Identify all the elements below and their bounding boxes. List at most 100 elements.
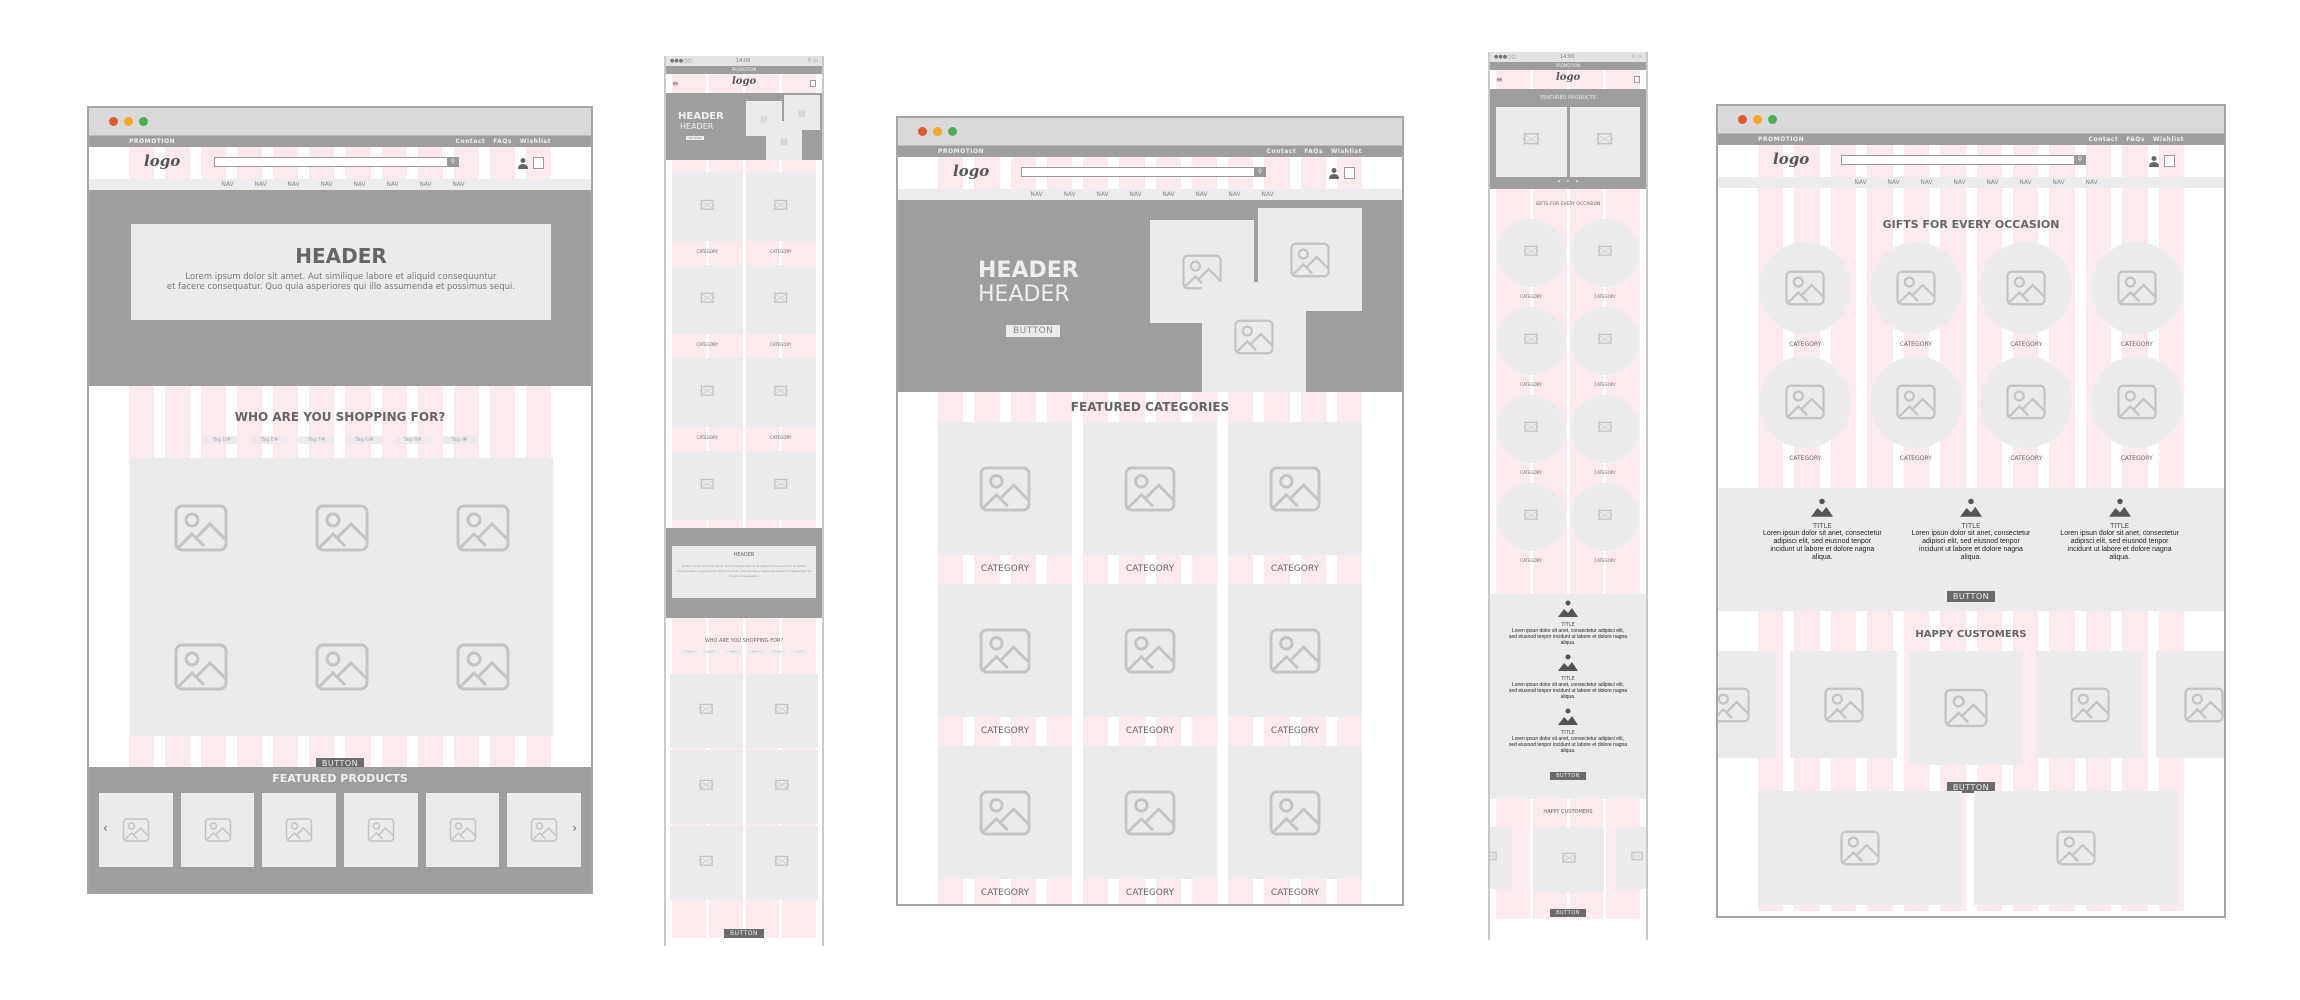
product-image[interactable] — [412, 597, 553, 736]
category-card[interactable]: CATEGORY — [1083, 422, 1217, 584]
tag-chip[interactable]: Tag I# — [441, 436, 478, 444]
category-card[interactable]: CATEGORY — [938, 584, 1072, 746]
category-card[interactable]: 🖾 CATEGORY — [1570, 395, 1640, 483]
testimonial-card[interactable] — [1790, 651, 1897, 758]
maximize-dot[interactable] — [948, 127, 957, 136]
category-card[interactable]: 🖾 CATEGORY — [745, 358, 816, 449]
search-input[interactable]: ⚲ — [1021, 167, 1266, 177]
nav-item[interactable]: NAV — [376, 181, 409, 188]
product-image[interactable]: 🖾 — [745, 674, 818, 748]
wishlist-link[interactable]: Wishlist — [520, 138, 551, 145]
nav-item[interactable]: NAV — [1218, 191, 1251, 198]
nav-item[interactable]: NAV — [1020, 191, 1053, 198]
nav-item[interactable]: NAV — [343, 181, 376, 188]
wishlist-link[interactable]: Wishlist — [1331, 148, 1362, 155]
close-dot[interactable] — [918, 127, 927, 136]
contact-link[interactable]: Contact — [2089, 136, 2119, 143]
category-card[interactable]: CATEGORY — [1979, 242, 2074, 356]
tag-chip[interactable]: Tag H# — [768, 650, 787, 654]
features-button[interactable]: BUTTON — [1946, 591, 1996, 602]
category-card[interactable]: 🖾 CATEGORY — [1570, 483, 1640, 571]
nav-item[interactable]: NAV — [1086, 191, 1119, 198]
cart-icon[interactable] — [1634, 76, 1640, 83]
happy-customers-button[interactable]: BUTTON — [1550, 909, 1586, 917]
product-image[interactable] — [272, 597, 413, 736]
faqs-link[interactable]: FAQs — [2126, 136, 2145, 143]
nav-item[interactable]: NAV — [1053, 191, 1086, 198]
category-card[interactable]: CATEGORY — [2090, 242, 2185, 356]
category-card[interactable]: 🖾 CATEGORY — [672, 265, 743, 356]
nav-item[interactable]: NAV — [1119, 191, 1152, 198]
category-card[interactable]: CATEGORY — [2090, 356, 2185, 470]
close-dot[interactable] — [109, 117, 118, 126]
search-icon[interactable]: ⚲ — [1254, 167, 1266, 177]
nav-item[interactable]: NAV — [1152, 191, 1185, 198]
carousel-item[interactable]: › — [507, 793, 582, 867]
wide-image[interactable] — [1758, 791, 1962, 905]
nav-item[interactable]: NAV — [211, 181, 244, 188]
category-card[interactable]: 🖾 CATEGORY — [672, 172, 743, 263]
carousel-item[interactable] — [344, 793, 418, 867]
product-image[interactable]: 🖾 — [670, 674, 743, 748]
carousel-item[interactable]: ‹ — [99, 793, 173, 867]
category-card[interactable]: CATEGORY — [1228, 746, 1362, 904]
category-card[interactable]: 🖾 CATEGORY — [1570, 219, 1640, 307]
logo[interactable]: logo — [1556, 72, 1580, 83]
category-card[interactable]: CATEGORY — [938, 422, 1072, 584]
nav-item[interactable]: NAV — [310, 181, 343, 188]
nav-item[interactable]: NAV — [2075, 179, 2108, 186]
cart-icon[interactable] — [810, 80, 816, 87]
contact-link[interactable]: Contact — [1267, 148, 1297, 155]
nav-item[interactable]: NAV — [2042, 179, 2075, 186]
cart-icon[interactable] — [1344, 167, 1355, 179]
testimonial-card[interactable] — [1718, 651, 1776, 758]
tag-chip[interactable]: Tag F# — [724, 650, 742, 654]
maximize-dot[interactable] — [1768, 115, 1777, 124]
search-icon[interactable]: ⚲ — [447, 157, 459, 167]
tag-chip[interactable]: Tag G# — [746, 650, 764, 654]
hero-button[interactable]: BUTTON — [686, 136, 705, 140]
nav-item[interactable]: NAV — [1844, 179, 1877, 186]
faqs-link[interactable]: FAQs — [493, 138, 512, 145]
category-card[interactable]: CATEGORY — [1228, 584, 1362, 746]
carousel-item[interactable]: 🖾 — [1496, 107, 1567, 177]
tag-chip[interactable]: Tag E# — [702, 650, 720, 654]
nav-item[interactable]: NAV — [2009, 179, 2042, 186]
logo[interactable]: logo — [732, 76, 756, 87]
search-input[interactable]: ⚲ — [1841, 155, 2086, 165]
minimize-dot[interactable] — [933, 127, 942, 136]
contact-link[interactable]: Contact — [456, 138, 486, 145]
search-input[interactable]: ⚲ — [214, 157, 459, 167]
features-button[interactable]: BUTTON — [1550, 772, 1586, 780]
category-card[interactable]: 🖾 CATEGORY — [1496, 395, 1566, 483]
testimonial-card[interactable] — [2156, 651, 2224, 758]
user-icon[interactable] — [1328, 167, 1340, 179]
nav-item[interactable]: NAV — [1185, 191, 1218, 198]
faqs-link[interactable]: FAQs — [1304, 148, 1323, 155]
category-card[interactable]: 🖾 CATEGORY — [745, 265, 816, 356]
nav-item[interactable]: NAV — [1251, 191, 1284, 198]
nav-item[interactable]: NAV — [1910, 179, 1943, 186]
carousel-item[interactable] — [425, 793, 500, 867]
hamburger-menu-icon[interactable]: ≡ — [672, 79, 679, 88]
category-card[interactable]: CATEGORY — [1083, 746, 1217, 904]
category-card[interactable]: CATEGORY — [1979, 356, 2074, 470]
product-image[interactable] — [131, 458, 272, 597]
tag-chip[interactable]: Tag G# — [345, 436, 384, 444]
product-image[interactable]: 🖾 — [745, 826, 818, 900]
product-image[interactable]: 🖾 — [670, 750, 743, 824]
minimize-dot[interactable] — [1753, 115, 1762, 124]
category-card[interactable]: 🖾 CATEGORY — [1496, 483, 1566, 571]
tag-chip[interactable]: Tag F# — [298, 436, 336, 444]
category-card[interactable]: CATEGORY — [1758, 242, 1853, 356]
category-card[interactable]: CATEGORY — [1083, 584, 1217, 746]
next-arrow-icon[interactable]: › — [572, 821, 577, 835]
tag-chip[interactable]: Tag I# — [791, 650, 808, 654]
testimonial-card[interactable]: 🖾 — [1490, 827, 1512, 889]
hamburger-menu-icon[interactable]: ≡ — [1496, 75, 1503, 84]
product-image[interactable]: 🖾 — [745, 750, 818, 824]
carousel-item[interactable] — [262, 793, 337, 867]
testimonial-card[interactable]: 🖾 — [1616, 827, 1646, 889]
logo[interactable]: logo — [953, 162, 989, 180]
category-card[interactable]: CATEGORY — [938, 746, 1072, 904]
